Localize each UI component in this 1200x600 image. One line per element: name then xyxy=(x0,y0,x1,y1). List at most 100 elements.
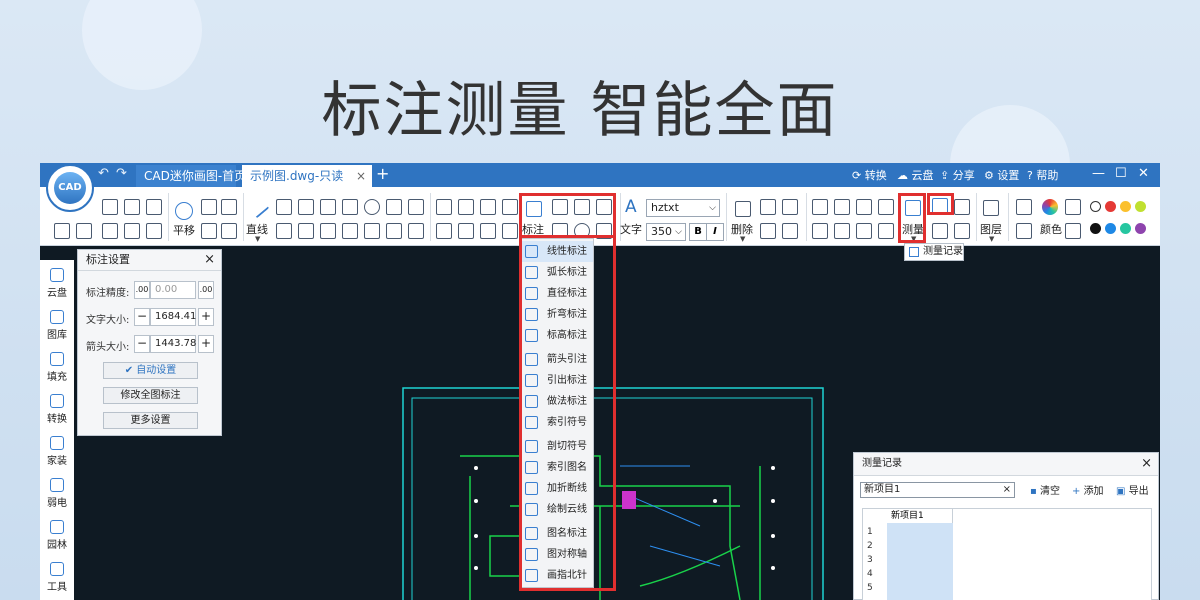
arrow-size-field[interactable]: 1443.78 xyxy=(150,335,196,353)
zoom-window-icon[interactable] xyxy=(201,223,217,239)
chevron-down-icon[interactable]: ▼ xyxy=(989,235,994,243)
diagonal-line-icon[interactable] xyxy=(408,223,424,239)
rounded-rect-icon[interactable] xyxy=(386,223,402,239)
precision-decrease-button[interactable]: .00 xyxy=(134,281,150,299)
chevron-down-icon[interactable]: ▼ xyxy=(740,235,745,243)
pan-hand-icon[interactable] xyxy=(175,202,193,220)
zoom-out-icon[interactable] xyxy=(221,199,237,215)
fillet-icon[interactable] xyxy=(480,199,496,215)
arrow-size-minus-button[interactable]: − xyxy=(134,335,150,353)
bold-button[interactable]: B xyxy=(689,223,707,241)
dim-line-icon[interactable] xyxy=(320,199,336,215)
line-icon[interactable] xyxy=(246,195,270,219)
forward-icon[interactable]: ↷ xyxy=(116,166,127,181)
circle-icon[interactable] xyxy=(364,199,380,215)
format-brush-icon[interactable] xyxy=(782,223,798,239)
tab-home[interactable]: CAD迷你画图-首页 xyxy=(136,165,246,187)
tab-drawing[interactable]: 示例图.dwg-只读 × xyxy=(242,165,372,187)
arc-icon[interactable] xyxy=(298,199,314,215)
italic-button[interactable]: I xyxy=(706,223,724,241)
arrow-size-plus-button[interactable]: + xyxy=(198,335,214,353)
lineweight-icon[interactable] xyxy=(1016,199,1032,215)
text-size-select[interactable]: 350 ⌵ xyxy=(646,223,686,241)
block-icon[interactable] xyxy=(480,223,496,239)
refresh-icon[interactable] xyxy=(856,199,872,215)
zoom-in-icon[interactable] xyxy=(201,199,217,215)
new-tab-button[interactable]: + xyxy=(376,164,389,183)
add-button[interactable]: + 添加 xyxy=(1072,482,1104,497)
font-select[interactable]: hztxt ⌵ xyxy=(646,199,720,217)
close-icon[interactable]: × xyxy=(1141,453,1152,475)
color-swatch-red[interactable] xyxy=(1105,201,1116,212)
text-size-minus-button[interactable]: − xyxy=(134,308,150,326)
measure-record-tooltip[interactable]: 测量记录 xyxy=(904,243,964,261)
export-button[interactable]: ▣ 导出 xyxy=(1116,482,1149,497)
mirror-icon[interactable] xyxy=(502,199,518,215)
stretch-icon[interactable] xyxy=(834,199,850,215)
linetype-icon[interactable] xyxy=(1016,223,1032,239)
clear-input-icon[interactable]: × xyxy=(1003,483,1011,497)
sidebar-item-low-voltage[interactable]: 弱电 xyxy=(40,478,74,509)
chevron-down-icon[interactable]: ▼ xyxy=(255,235,260,243)
array-icon[interactable] xyxy=(856,223,872,239)
match-prop-icon[interactable] xyxy=(1065,199,1081,215)
open-icon[interactable] xyxy=(102,199,118,215)
pdf-icon[interactable] xyxy=(124,223,140,239)
close-icon[interactable]: × xyxy=(204,250,215,270)
settings-button[interactable]: ⚙ 设置 xyxy=(984,167,1019,183)
modify-all-annotations-button[interactable]: 修改全图标注 xyxy=(103,387,198,404)
text-size-field[interactable]: 1684.41 xyxy=(150,308,196,326)
precision-field[interactable]: 0.00 xyxy=(150,281,196,299)
cut-icon[interactable] xyxy=(782,199,798,215)
sidebar-item-convert[interactable]: 转换 xyxy=(40,394,74,425)
redo-icon[interactable] xyxy=(76,223,92,239)
image-export-icon[interactable] xyxy=(146,223,162,239)
trim-icon[interactable] xyxy=(458,199,474,215)
sidebar-item-tools[interactable]: 工具 xyxy=(40,562,74,593)
minimize-button[interactable]: — xyxy=(1092,166,1105,181)
project-name-input[interactable]: 新项目1 × xyxy=(860,482,1015,498)
close-tab-icon[interactable]: × xyxy=(356,165,366,187)
text-icon[interactable]: A xyxy=(625,197,637,217)
pentagon-icon[interactable] xyxy=(298,223,314,239)
print-icon[interactable] xyxy=(102,223,118,239)
rotate-icon[interactable] xyxy=(458,223,474,239)
cloud-button[interactable]: ☁ 云盘 xyxy=(897,167,934,183)
eraser-icon[interactable] xyxy=(1065,223,1081,239)
color-label[interactable]: 颜色 xyxy=(1040,221,1062,237)
close-window-button[interactable]: ✕ xyxy=(1138,166,1149,181)
text-size-plus-button[interactable]: + xyxy=(198,308,214,326)
triangle-icon[interactable] xyxy=(276,223,292,239)
paste-icon[interactable] xyxy=(760,223,776,239)
grid-icon[interactable] xyxy=(878,223,894,239)
offset-icon[interactable] xyxy=(436,199,452,215)
color-swatch-lime[interactable] xyxy=(1135,201,1146,212)
trash-icon[interactable] xyxy=(735,201,751,217)
image-icon[interactable] xyxy=(932,223,948,239)
back-icon[interactable]: ↶ xyxy=(98,166,109,181)
undo-icon[interactable] xyxy=(54,223,70,239)
hatch-icon[interactable] xyxy=(408,199,424,215)
sidebar-item-home-deco[interactable]: 家装 xyxy=(40,436,74,467)
text-label[interactable]: 文字 xyxy=(620,221,642,237)
insert-icon[interactable] xyxy=(834,223,850,239)
convert-button[interactable]: ⟳ 转换 xyxy=(852,167,887,183)
move-icon[interactable] xyxy=(812,199,828,215)
sidebar-item-library[interactable]: 图库 xyxy=(40,310,74,341)
polygon-icon[interactable] xyxy=(320,223,336,239)
pan-label[interactable]: 平移 xyxy=(173,222,195,238)
share-button[interactable]: ⇪ 分享 xyxy=(940,167,975,183)
color-swatch-purple[interactable] xyxy=(1135,223,1146,234)
wave-icon[interactable] xyxy=(342,223,358,239)
area-icon[interactable] xyxy=(954,199,970,215)
precision-increase-button[interactable]: .00 xyxy=(198,281,214,299)
save-icon[interactable] xyxy=(124,199,140,215)
sidebar-item-cloud[interactable]: 云盘 xyxy=(40,268,74,299)
rectangle-icon[interactable] xyxy=(386,199,402,215)
maximize-button[interactable]: ☐ xyxy=(1115,166,1127,181)
sidebar-item-fill[interactable]: 填充 xyxy=(40,352,74,383)
render-icon[interactable] xyxy=(878,199,894,215)
color-swatch-yellow[interactable] xyxy=(1120,201,1131,212)
auto-settings-button[interactable]: ✔ 自动设置 xyxy=(103,362,198,379)
clear-button[interactable]: ▪ 清空 xyxy=(1030,482,1060,497)
